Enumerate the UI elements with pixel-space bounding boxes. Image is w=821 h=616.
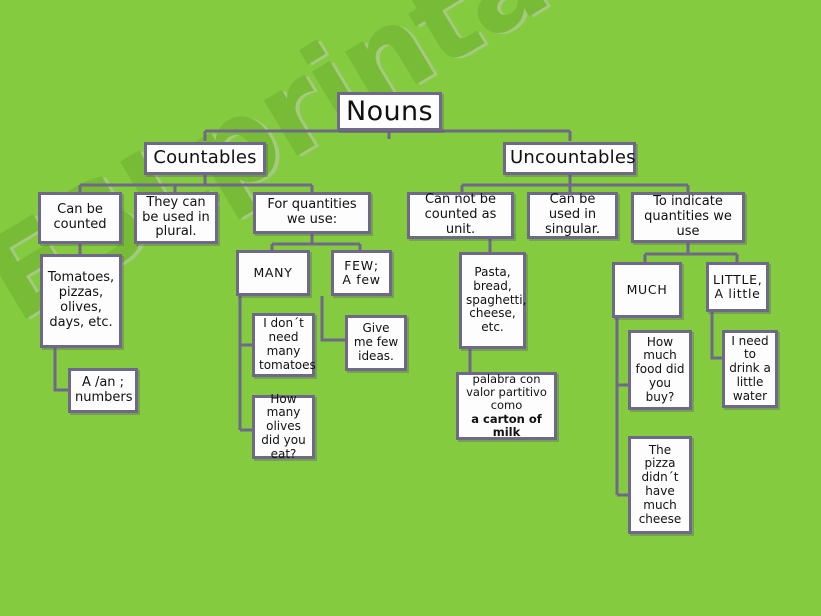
- node-used-in-plural[interactable]: They can be used in plural.: [134, 192, 218, 244]
- node-little-a-little[interactable]: LITTLE, A little: [706, 262, 769, 312]
- watermark-eslprintables: ESLprintables.com: [0, 0, 821, 348]
- node-to-indicate-quantities[interactable]: To indicate quantities we use: [631, 192, 745, 243]
- partitive-bold-text: a carton of milk: [471, 411, 542, 439]
- node-a-an-numbers[interactable]: A /an ; numbers: [68, 368, 138, 413]
- node-can-be-counted[interactable]: Can be counted: [38, 192, 122, 244]
- watermark-shadow: ESLprintables.com: [0, 0, 821, 349]
- node-few-example-1[interactable]: Give me few ideas.: [345, 315, 407, 371]
- node-little-example-1[interactable]: I need to drink a little water: [722, 330, 778, 408]
- diagram-canvas: ESLprintables.com ESLprintables.com: [0, 0, 821, 616]
- node-partitive-expression[interactable]: palabra con valor partitivo como a carto…: [456, 372, 557, 440]
- node-uncountables[interactable]: Uncountables: [503, 142, 636, 175]
- node-cannot-be-counted[interactable]: Can not be counted as unit.: [407, 192, 514, 239]
- node-used-in-singular[interactable]: Can be used in singular.: [527, 192, 618, 239]
- node-much-example-1[interactable]: How much food did you buy?: [628, 330, 692, 410]
- node-many-example-1[interactable]: I don´t need many tomatoes: [252, 313, 316, 377]
- node-much[interactable]: MUCH: [612, 262, 682, 318]
- node-few-a-few[interactable]: FEW; A few: [331, 250, 392, 296]
- node-for-quantities-we-use[interactable]: For quantities we use:: [253, 192, 371, 234]
- node-countables[interactable]: Countables: [144, 142, 266, 175]
- node-countable-examples[interactable]: Tomatoes, pizzas, olives, days, etc.: [40, 254, 122, 348]
- partitive-lead-text: palabra con valor partitivo como: [466, 371, 547, 413]
- node-root-nouns[interactable]: Nouns: [337, 92, 442, 131]
- node-much-example-2[interactable]: The pizza didn´t have much cheese: [628, 436, 692, 534]
- node-many-example-2[interactable]: How many olives did you eat?: [252, 392, 315, 461]
- node-many[interactable]: MANY: [236, 250, 310, 296]
- node-uncountable-examples[interactable]: Pasta, bread, spaghetti, cheese, etc.: [459, 252, 526, 349]
